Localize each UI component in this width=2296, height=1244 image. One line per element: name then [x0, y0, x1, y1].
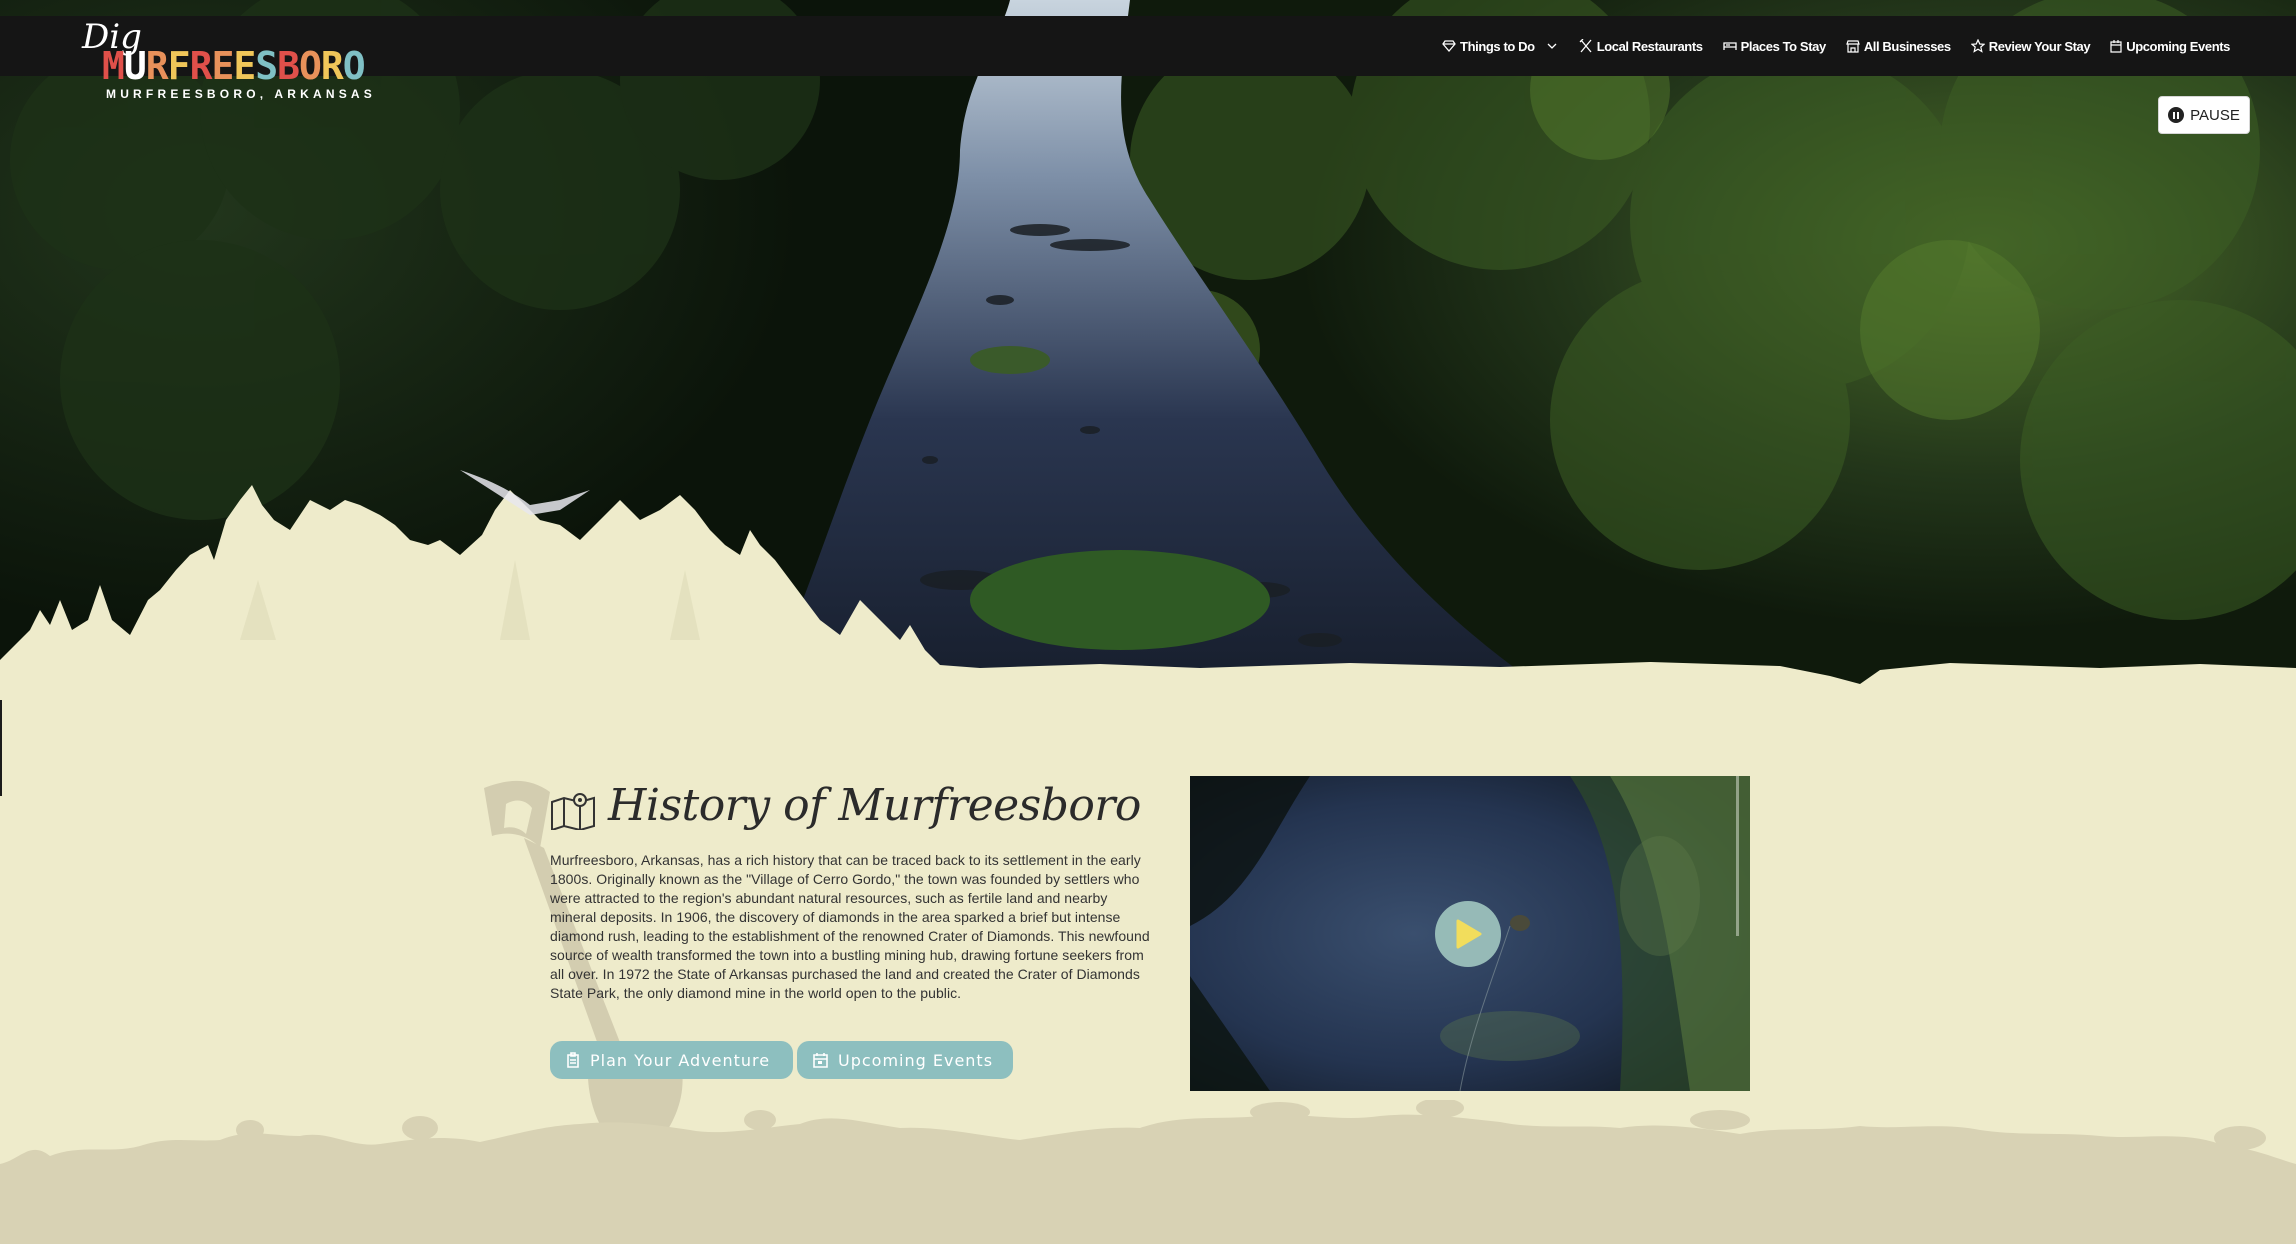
- nav-label: Upcoming Events: [2126, 38, 2230, 54]
- pause-icon: [2168, 107, 2185, 123]
- button-label: Upcoming Events: [838, 1050, 994, 1070]
- calendar-icon: [813, 1053, 828, 1068]
- play-button[interactable]: [1435, 901, 1501, 967]
- upcoming-events-button[interactable]: Upcoming Events: [797, 1041, 1013, 1079]
- logo-letter: O: [342, 44, 366, 88]
- nav-label: Review Your Stay: [1988, 38, 2091, 54]
- star-icon: [1970, 39, 1985, 53]
- logo-letter: E: [233, 44, 256, 88]
- ground-decoration: [0, 1100, 2296, 1244]
- nav-review-your-stay[interactable]: Review Your Stay: [1970, 38, 2091, 54]
- section-title: History of Murfreesboro: [608, 780, 1141, 831]
- logo-letter: B: [277, 44, 300, 88]
- hero-video-background: PAUSE: [0, 0, 2296, 700]
- button-label: Plan Your Adventure: [590, 1050, 771, 1070]
- main-nav: Things to Do Local Restaurants Places To…: [1442, 32, 2230, 60]
- logo-letter: R: [320, 44, 344, 88]
- logo-letter: U: [123, 44, 147, 88]
- nav-places-to-stay[interactable]: Places To Stay: [1722, 38, 1827, 54]
- logo-letter: R: [189, 44, 213, 88]
- nav-label: Local Restaurants: [1596, 38, 1703, 54]
- map-icon: [551, 793, 595, 830]
- hero-river-scene: [0, 0, 2296, 700]
- nav-label: Places To Stay: [1740, 38, 1827, 54]
- bed-icon: [1722, 42, 1737, 50]
- play-icon: [1456, 919, 1482, 949]
- nav-label: Things to Do: [1460, 38, 1535, 54]
- logo-subtitle: MURFREESBORO, ARKANSAS: [106, 87, 376, 101]
- clipboard-icon: [567, 1052, 579, 1068]
- logo-letter: R: [145, 44, 169, 88]
- history-body-text: Murfreesboro, Arkansas, has a rich histo…: [550, 852, 1150, 1001]
- pause-label: PAUSE: [2190, 106, 2240, 124]
- logo-wordmark: MURFREESBORO: [102, 44, 366, 88]
- page-edge-divider: [0, 700, 2, 796]
- site-logo[interactable]: Dig MURFREESBORO MURFREESBORO, ARKANSAS: [80, 20, 372, 101]
- chevron-down-icon: [1547, 43, 1557, 49]
- site-header: Dig MURFREESBORO MURFREESBORO, ARKANSAS …: [0, 16, 2296, 101]
- nav-upcoming-events[interactable]: Upcoming Events: [2110, 39, 2230, 54]
- nav-label: All Businesses: [1863, 38, 1951, 54]
- logo-letter: S: [255, 44, 278, 88]
- nav-all-businesses[interactable]: All Businesses: [1845, 38, 1951, 54]
- pause-button[interactable]: PAUSE: [2158, 96, 2250, 134]
- utensils-icon: [1579, 39, 1592, 53]
- logo-letter: E: [211, 44, 234, 88]
- logo-letter: O: [299, 44, 322, 88]
- logo-letter: M: [102, 44, 125, 88]
- nav-local-restaurants[interactable]: Local Restaurants: [1579, 39, 1703, 54]
- nav-things-to-do[interactable]: Things to Do: [1442, 39, 1559, 54]
- logo-letter: F: [167, 44, 191, 88]
- calendar-icon: [2110, 39, 2122, 53]
- plan-your-adventure-button[interactable]: Plan Your Adventure: [550, 1041, 793, 1079]
- gem-icon: [1442, 40, 1456, 52]
- video-player[interactable]: [1190, 776, 1750, 1091]
- store-icon: [1845, 39, 1860, 53]
